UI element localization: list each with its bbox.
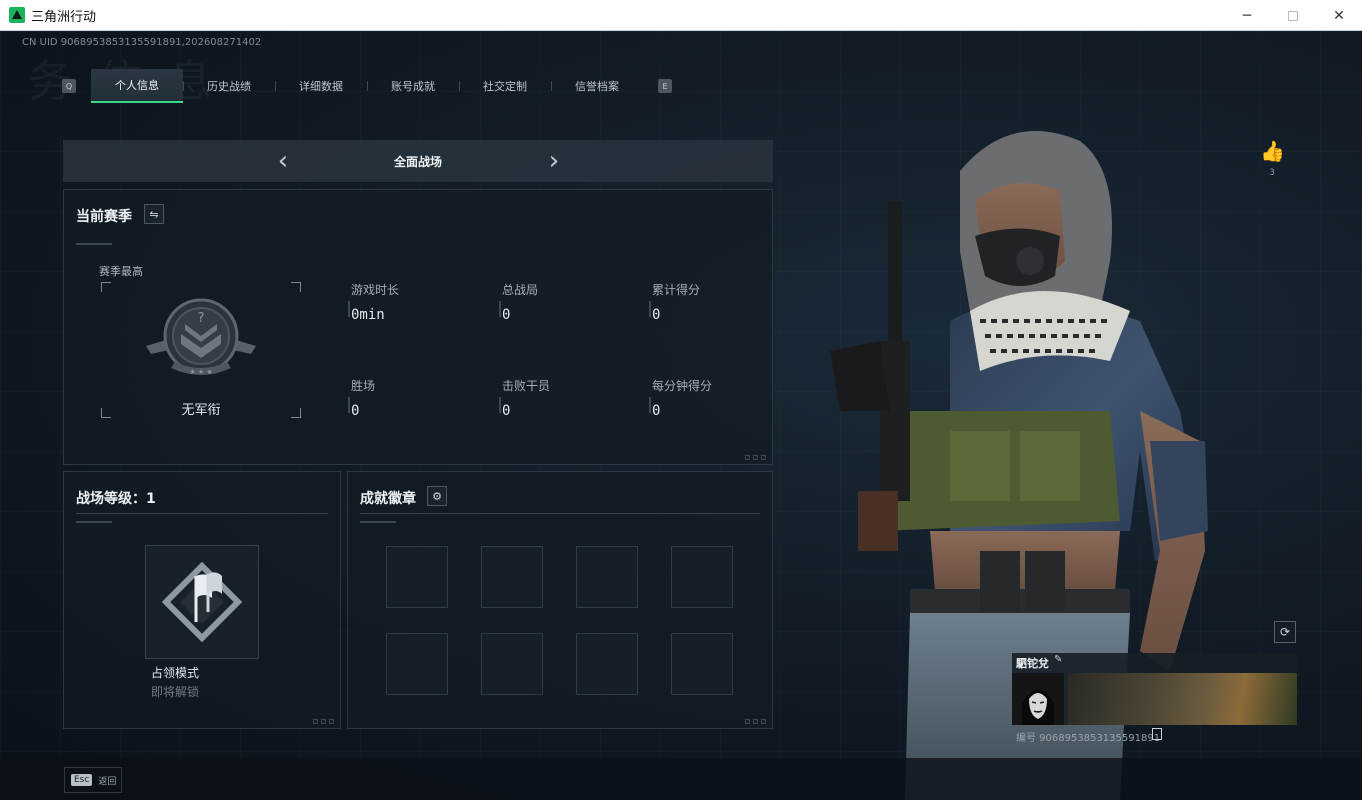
rank-emblem-icon: ? ★ ★ ★ (146, 298, 256, 376)
rank-frame: ? ★ ★ ★ 无军衔 (101, 282, 301, 418)
profile-tabs: Q 个人信息 历史战绩 详细数据 账号成就 社交定制 信誉档案 E (62, 69, 672, 103)
mode-name: 占领模式 (150, 666, 199, 680)
mode-label: 全面战场 (393, 154, 442, 169)
stat-value: 0 (652, 403, 661, 419)
badge-slot[interactable] (671, 546, 733, 608)
mode-selector: ‹ 全面战场 › (63, 140, 773, 182)
refresh-button[interactable]: ⟳ (1274, 621, 1296, 643)
level-title: 战场等级：1 (76, 491, 156, 507)
stat-total-score: 累计得分 0 (649, 281, 792, 323)
badges-divider (360, 513, 760, 514)
close-button[interactable]: ✕ (1316, 0, 1362, 31)
stat-value: 0 (351, 403, 360, 419)
stat-label: 总战局 (502, 283, 539, 297)
badge-slot[interactable] (576, 633, 638, 695)
badge-slot[interactable] (386, 546, 448, 608)
tab-reputation[interactable]: 信誉档案 (551, 69, 643, 103)
player-banner (1068, 673, 1297, 725)
svg-text:?: ? (198, 311, 205, 326)
copy-icon[interactable] (1152, 728, 1162, 740)
stat-value: 0 (502, 403, 511, 419)
like-icon[interactable]: 👍 (1260, 139, 1285, 163)
season-swap-button[interactable]: ⇋ (144, 204, 164, 224)
badge-slot[interactable] (481, 633, 543, 695)
app-logo-icon (9, 7, 25, 23)
minimize-button[interactable]: ─ (1224, 0, 1270, 31)
maximize-button[interactable] (1270, 0, 1316, 31)
panel-corner-dots (313, 719, 334, 724)
stat-label: 游戏时长 (351, 283, 400, 297)
prev-tab-key[interactable]: Q (62, 79, 76, 93)
stat-total-matches: 总战局 0 (499, 281, 642, 323)
maximize-icon (1288, 10, 1298, 21)
season-best-label: 赛季最高 (99, 265, 143, 278)
mode-status: 即将解锁 (150, 685, 199, 699)
tab-detailed-data[interactable]: 详细数据 (275, 69, 367, 103)
next-tab-key[interactable]: E (658, 79, 672, 93)
avatar-mask-icon (1012, 673, 1064, 725)
player-id: 编号 9068953853135591891 (1016, 733, 1161, 744)
uid-text: CN UID 9068953853135591891,202608271402 (22, 37, 262, 48)
badge-slot[interactable] (481, 546, 543, 608)
back-label: 返回 (98, 776, 117, 787)
mode-next-button[interactable]: › (541, 148, 567, 174)
stat-value: 0 (502, 307, 511, 323)
stat-play-time: 游戏时长 0min (348, 281, 491, 323)
stat-kills: 击败干员 0 (499, 377, 642, 419)
panel-corner-dots (745, 455, 766, 460)
back-button[interactable]: Esc 返回 (64, 767, 122, 793)
stat-label: 胜场 (351, 379, 376, 393)
window-title: 三角洲行动 (31, 9, 97, 25)
stat-value: 0min (351, 307, 385, 323)
stat-label: 击败干员 (502, 379, 551, 393)
edit-name-icon[interactable]: ✎ (1054, 654, 1062, 665)
title-underline (76, 521, 112, 523)
stat-value: 0 (652, 307, 661, 323)
badge-slot[interactable] (386, 633, 448, 695)
esc-key: Esc (71, 774, 93, 786)
season-title: 当前赛季 (76, 209, 132, 225)
player-name: 駟铊兌 (1016, 657, 1049, 670)
badges-title: 成就徽章 (360, 491, 416, 507)
like-count: 3 (1269, 168, 1275, 178)
stat-score-per-minute: 每分钟得分 0 (649, 377, 792, 419)
badge-slot[interactable] (671, 633, 733, 695)
tab-match-history[interactable]: 历史战绩 (183, 69, 275, 103)
title-underline (360, 521, 396, 523)
badges-settings-button[interactable]: ⚙ (427, 486, 447, 506)
tab-account-achievements[interactable]: 账号成就 (367, 69, 459, 103)
bottom-bar (0, 758, 1362, 800)
mode-prev-button[interactable]: ‹ (270, 148, 296, 174)
level-divider (76, 513, 328, 514)
occupation-mode-tile[interactable] (145, 545, 259, 659)
title-underline (76, 243, 112, 245)
tab-social-custom[interactable]: 社交定制 (459, 69, 551, 103)
game-viewport: 务 信 息 CN UID 9068953853135591891,2026082… (0, 31, 1362, 800)
panel-corner-dots (745, 719, 766, 724)
window-titlebar: 三角洲行动 ─ ✕ (0, 0, 1362, 31)
player-avatar (1012, 673, 1064, 725)
player-card[interactable]: 駟铊兌 ✎ (1012, 653, 1297, 725)
stat-label: 累计得分 (652, 283, 701, 297)
tab-personal-info[interactable]: 个人信息 (91, 69, 183, 103)
rank-name: 无军衔 (181, 403, 221, 418)
svg-text:★ ★ ★: ★ ★ ★ (189, 368, 212, 376)
flag-mode-icon (161, 561, 243, 643)
stat-label: 每分钟得分 (652, 379, 713, 393)
stat-wins: 胜场 0 (348, 377, 491, 419)
badge-slot[interactable] (576, 546, 638, 608)
